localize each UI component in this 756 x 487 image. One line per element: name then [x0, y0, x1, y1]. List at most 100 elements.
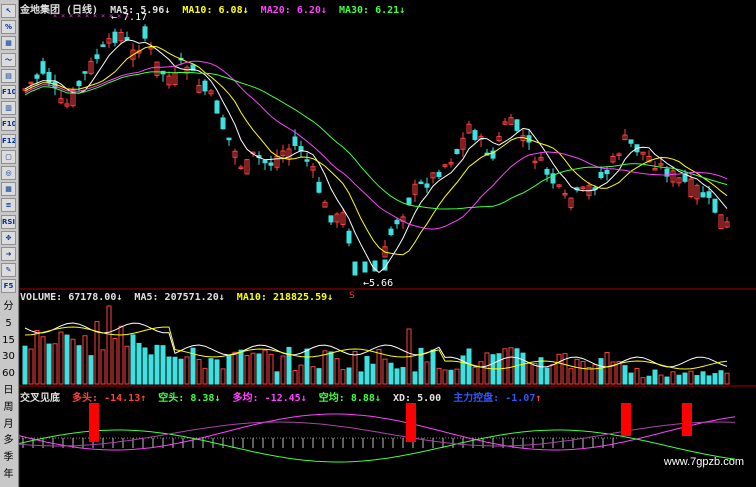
candle-body	[40, 61, 46, 74]
window-icon[interactable]: ▢	[1, 149, 16, 164]
kongtou-readout: 空头: 8.38↓	[158, 393, 221, 404]
candle-body	[436, 171, 442, 177]
ma20-line	[24, 60, 728, 230]
candle-body	[262, 160, 268, 164]
candle-body	[598, 172, 604, 179]
candle-body	[388, 228, 394, 236]
volume-bar	[718, 370, 724, 385]
volume-bar	[256, 353, 262, 385]
volume-bar	[616, 360, 622, 385]
volume-bar	[106, 305, 112, 385]
period-15min[interactable]: 15	[1, 333, 16, 348]
candle-body	[712, 198, 718, 213]
volume-bar	[472, 366, 478, 385]
volume-bar	[622, 365, 628, 385]
candle-body	[346, 230, 352, 244]
volume-bar	[466, 348, 472, 385]
line-chart-icon[interactable]: 〜	[1, 52, 16, 67]
candle-body	[544, 168, 550, 175]
f5-button[interactable]: F5	[1, 279, 16, 294]
period-season[interactable]: 季	[1, 450, 16, 465]
candle-body	[706, 191, 712, 198]
candle-body	[214, 100, 220, 114]
duotou-readout: 多头: -14.13↑	[72, 393, 147, 404]
volume-bar	[574, 358, 580, 385]
volume-bar	[358, 371, 364, 385]
volume-bar	[310, 366, 316, 385]
candle-body	[394, 219, 400, 225]
volume-bar	[388, 362, 394, 385]
volume-bar	[82, 335, 88, 385]
volume-bar	[556, 353, 562, 385]
xd-readout: XD: 5.00	[392, 393, 442, 404]
period-week[interactable]: 周	[1, 400, 16, 415]
move-icon[interactable]: ✥	[1, 230, 16, 245]
left-toolbar: ↖% ▦ 〜 ▤ F10 ▥ F10 F12 ▢ ◎ ▦ ≡ RSI ✥ ➜ ✎ F5 分 5 15 30 60 日周月多季…	[0, 0, 19, 487]
export-icon[interactable]: ➜	[1, 247, 16, 261]
period-60min[interactable]: 60	[1, 366, 16, 381]
volume-bar	[340, 369, 346, 385]
volume-bar	[244, 355, 250, 385]
volume-bar	[166, 356, 172, 385]
percent-icon[interactable]: %	[1, 20, 16, 35]
volume-bar	[40, 336, 46, 385]
kline-svg[interactable]: ← 7.17←5.66S××××××××××54020604020	[19, 0, 756, 487]
volume-bar	[160, 345, 166, 385]
financial-icon[interactable]: ▥	[1, 101, 16, 116]
volume-bar	[232, 351, 238, 385]
volume-bar	[670, 371, 676, 385]
volume-bar	[532, 362, 538, 385]
bar-chart-icon[interactable]: ▤	[1, 68, 16, 83]
volume-bar	[208, 358, 214, 385]
period-day[interactable]: 日	[1, 383, 16, 398]
candle-body	[112, 31, 118, 43]
volume-bar	[700, 371, 706, 385]
period-30min[interactable]: 30	[1, 349, 16, 364]
volume-bar	[394, 368, 400, 385]
volume-bar	[22, 345, 28, 385]
period-month[interactable]: 月	[1, 417, 16, 432]
volume-bar	[652, 369, 658, 385]
zhuli-readout: 主力控盘: -1.07↑	[453, 393, 542, 404]
volume-bar	[100, 349, 106, 385]
volume-bar	[196, 358, 202, 385]
signal-bar	[406, 403, 416, 442]
volume-bar	[226, 355, 232, 385]
volume-bar	[436, 367, 442, 385]
volume-bar	[52, 343, 58, 385]
pencil-icon[interactable]: ✎	[1, 263, 16, 278]
search-icon[interactable]: ◎	[1, 166, 16, 180]
volume-bar	[382, 358, 388, 385]
volume-bar	[130, 334, 136, 385]
ma5-line	[24, 39, 728, 274]
candle-body	[304, 159, 310, 162]
chart-area[interactable]: ← 7.17←5.66S××××××××××54020604020 金地集团 (…	[19, 0, 756, 487]
candle-body	[472, 130, 478, 140]
f10-button[interactable]: F10	[1, 85, 16, 99]
candle-body	[76, 80, 82, 87]
period-year[interactable]: 年	[1, 467, 16, 482]
candle-body	[220, 117, 226, 130]
f10b-button[interactable]: F10	[1, 117, 16, 132]
volume-bar	[538, 357, 544, 385]
volume-bar	[178, 358, 184, 385]
info-icon[interactable]: ▦	[1, 36, 16, 51]
period-5min[interactable]: 5	[1, 316, 16, 331]
volume-bar	[220, 368, 226, 385]
f12-button[interactable]: F12	[1, 133, 16, 148]
grid-icon[interactable]: ▦	[1, 182, 16, 197]
period-fen[interactable]: 分	[1, 299, 16, 314]
volume-bar	[640, 377, 646, 385]
candle-body	[100, 44, 106, 47]
volume-bar	[298, 364, 304, 385]
cursor-icon[interactable]: ↖	[1, 4, 16, 18]
low-price-label: ←5.66	[363, 278, 393, 289]
ma10-readout: MA10: 6.08↓	[182, 5, 249, 16]
volume-bar	[424, 361, 430, 385]
volume-bar	[250, 352, 256, 385]
signal-bar	[621, 403, 631, 436]
volume-bar	[448, 369, 454, 385]
rsi-button[interactable]: RSI	[1, 214, 16, 229]
indicator-icon[interactable]: ≡	[1, 198, 16, 213]
period-multi[interactable]: 多	[1, 433, 16, 448]
